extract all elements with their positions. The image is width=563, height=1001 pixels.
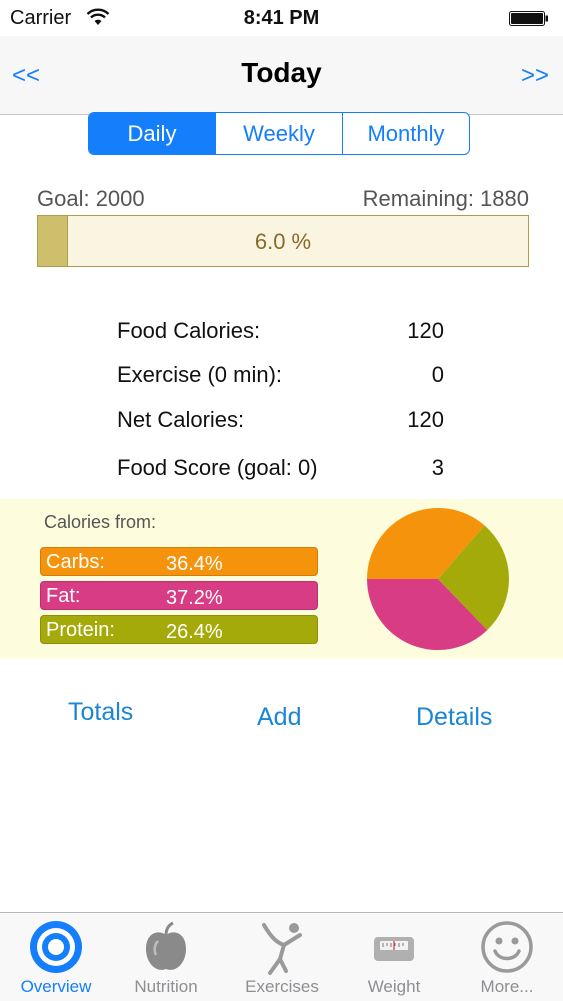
apple-icon xyxy=(146,921,186,970)
macro-bar-carbs: Carbs: 36.4% xyxy=(40,547,318,576)
segment-monthly[interactable]: Monthly xyxy=(342,113,469,154)
macro-name: Fat: xyxy=(46,585,81,607)
exercise-figure-icon xyxy=(262,923,302,975)
macro-percent: 36.4% xyxy=(166,553,223,575)
scale-icon xyxy=(374,937,414,961)
net-calories-value: 120 xyxy=(407,407,444,432)
food-score-value: 3 xyxy=(431,455,444,480)
tab-overview[interactable]: Overview xyxy=(0,913,112,1001)
tab-label: Nutrition xyxy=(134,977,198,996)
macro-percent: 37.2% xyxy=(166,587,223,609)
calories-from-title: Calories from: xyxy=(44,512,157,532)
period-segmented-control: Daily Weekly Monthly xyxy=(88,112,470,155)
food-score-label: Food Score (goal: 0) xyxy=(117,455,318,480)
smiley-icon xyxy=(481,921,533,973)
macro-percent: 26.4% xyxy=(166,621,223,643)
totals-button[interactable]: Totals xyxy=(68,698,133,727)
status-time: 8:41 PM xyxy=(243,7,320,29)
status-bar: Carrier 8:41 PM xyxy=(0,0,563,36)
food-calories-value: 120 xyxy=(407,318,444,343)
tab-label: Weight xyxy=(367,977,421,996)
tab-nutrition[interactable]: Nutrition xyxy=(110,913,222,1001)
overview-target-icon xyxy=(30,921,82,973)
macro-name: Carbs: xyxy=(46,551,105,573)
calories-from-panel: Calories from: Carbs: 36.4% Fat: 37.2% P… xyxy=(0,499,563,659)
details-button[interactable]: Details xyxy=(416,703,492,732)
tab-weight[interactable]: Weight xyxy=(338,913,450,1001)
battery-icon xyxy=(509,11,548,26)
tab-exercises[interactable]: Exercises xyxy=(226,913,338,1001)
tab-label: More... xyxy=(480,977,534,996)
tab-label: Exercises xyxy=(245,977,319,996)
progress-percent: 6.0 % xyxy=(254,229,312,254)
goal-label: Goal: 2000 xyxy=(37,186,145,211)
add-button[interactable]: Add xyxy=(257,703,301,732)
tab-bar: Overview Nutrition Exercises Weight More… xyxy=(0,912,563,1001)
segment-daily[interactable]: Daily xyxy=(89,113,215,154)
navigation-bar: << Today >> xyxy=(0,36,563,115)
segment-weekly[interactable]: Weekly xyxy=(215,113,342,154)
macro-bar-fat: Fat: 37.2% xyxy=(40,581,318,610)
remaining-label: Remaining: 1880 xyxy=(362,186,529,211)
food-calories-label: Food Calories: xyxy=(117,318,261,343)
exercise-value: 0 xyxy=(431,362,444,387)
tab-label: Overview xyxy=(20,977,92,996)
exercise-label: Exercise (0 min): xyxy=(117,362,283,387)
next-day-button[interactable]: >> xyxy=(521,62,549,90)
tab-more[interactable]: More... xyxy=(451,913,563,1001)
macro-bar-protein: Protein: 26.4% xyxy=(40,615,318,644)
macro-pie-chart xyxy=(367,508,509,650)
net-calories-label: Net Calories: xyxy=(117,407,245,432)
calorie-progress-bar: 6.0 % xyxy=(37,215,529,267)
macro-name: Protein: xyxy=(46,619,115,641)
page-title: Today xyxy=(241,57,322,88)
